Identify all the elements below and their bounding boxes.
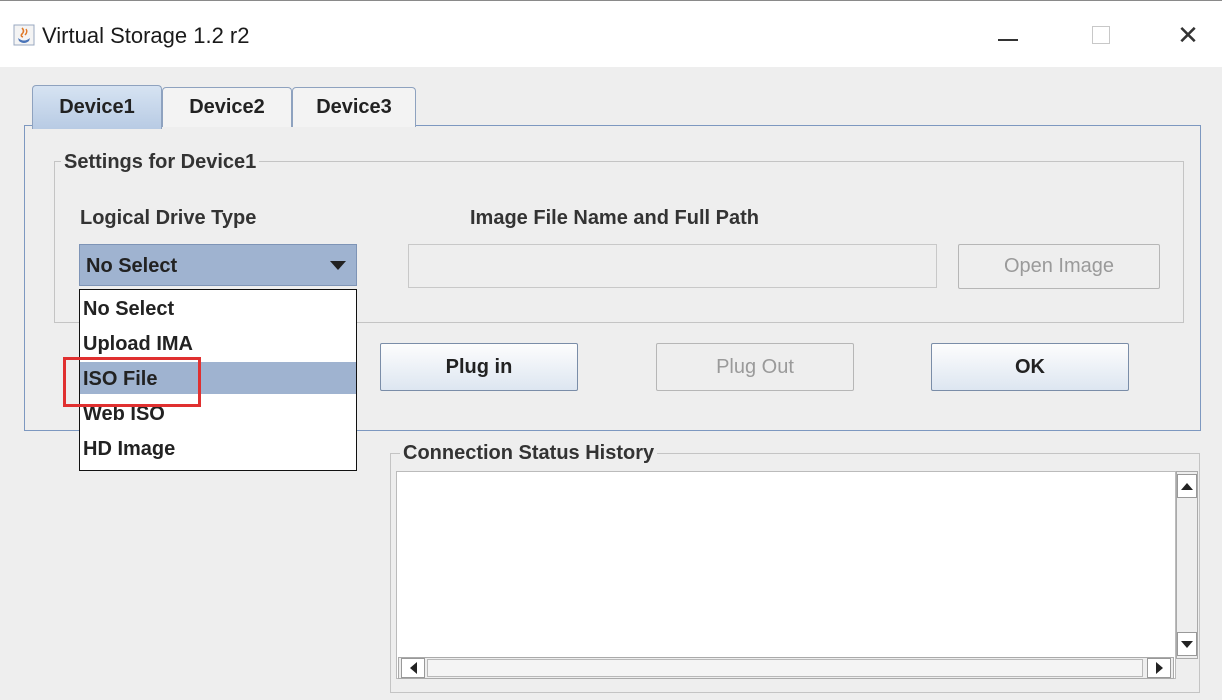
status-history-textarea[interactable] xyxy=(396,471,1176,679)
dropdown-option-hd-image[interactable]: HD Image xyxy=(80,432,356,464)
drive-type-value: No Select xyxy=(86,255,178,277)
tab-device1[interactable]: Device1 xyxy=(32,85,162,129)
image-path-label: Image File Name and Full Path xyxy=(470,207,759,229)
open-image-button[interactable]: Open Image xyxy=(958,244,1160,289)
maximize-icon xyxy=(1092,26,1110,44)
scroll-up-icon[interactable] xyxy=(1177,474,1197,498)
window-title: Virtual Storage 1.2 r2 xyxy=(42,23,250,48)
scroll-down-icon[interactable] xyxy=(1177,632,1197,656)
title-bar[interactable]: Virtual Storage 1.2 r2 ✕ xyxy=(0,1,1222,67)
drive-type-label: Logical Drive Type xyxy=(80,207,257,229)
close-button[interactable]: ✕ xyxy=(1160,15,1216,55)
plug-out-button[interactable]: Plug Out xyxy=(656,343,854,391)
maximize-button[interactable] xyxy=(1073,15,1129,55)
ok-button[interactable]: OK xyxy=(931,343,1129,391)
minimize-icon xyxy=(998,39,1018,41)
vertical-scrollbar[interactable] xyxy=(1176,471,1198,659)
minimize-button[interactable] xyxy=(980,15,1036,55)
drive-type-select[interactable]: No Select xyxy=(79,244,357,286)
status-group-title: Connection Status History xyxy=(400,442,658,465)
app-window: Virtual Storage 1.2 r2 ✕ Device1 Device2… xyxy=(0,0,1222,700)
image-path-field[interactable] xyxy=(408,244,937,288)
settings-group-title: Settings for Device1 xyxy=(61,151,260,174)
tab-device2[interactable]: Device2 xyxy=(162,87,292,127)
tab-device3[interactable]: Device3 xyxy=(292,87,416,127)
scroll-right-icon[interactable] xyxy=(1147,658,1171,678)
dropdown-option-upload-ima[interactable]: Upload IMA xyxy=(80,327,356,359)
scroll-left-icon[interactable] xyxy=(401,658,425,678)
java-cup-icon xyxy=(13,24,35,46)
horizontal-scroll-thumb[interactable] xyxy=(427,659,1143,677)
close-icon: ✕ xyxy=(1177,19,1199,50)
chevron-down-icon[interactable] xyxy=(320,245,356,285)
horizontal-scrollbar[interactable] xyxy=(398,657,1174,679)
plug-in-button[interactable]: Plug in xyxy=(380,343,578,391)
annotation-highlight-box xyxy=(63,357,201,407)
dropdown-option-no-select[interactable]: No Select xyxy=(80,292,356,324)
